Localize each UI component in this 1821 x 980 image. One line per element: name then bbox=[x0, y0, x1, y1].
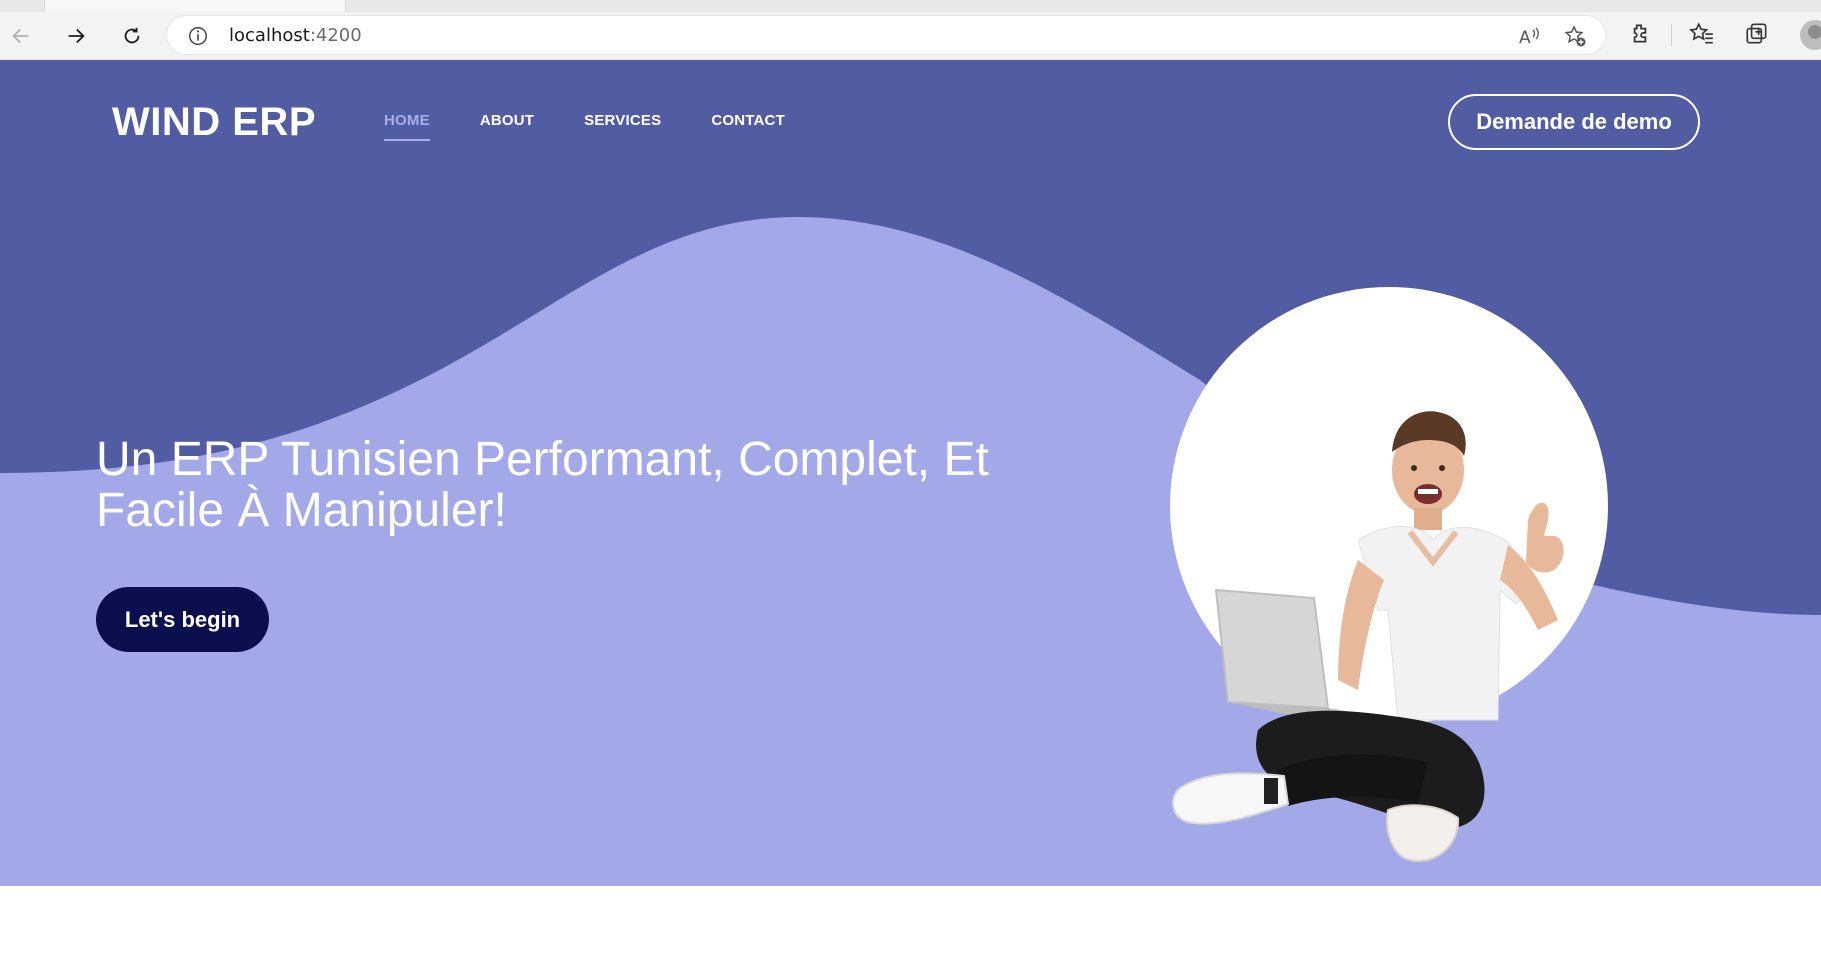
main-nav: HOME ABOUT SERVICES CONTACT bbox=[384, 112, 835, 141]
back-arrow-icon bbox=[12, 28, 29, 44]
favorites-icon[interactable] bbox=[1689, 21, 1715, 47]
tab-strip bbox=[0, 0, 1821, 12]
lets-begin-button[interactable]: Let's begin bbox=[96, 587, 269, 652]
refresh-button[interactable] bbox=[116, 20, 148, 52]
read-aloud-icon[interactable]: A bbox=[1517, 24, 1541, 48]
toolbar-divider bbox=[1671, 24, 1672, 46]
url-port: :4200 bbox=[309, 25, 362, 46]
demo-request-button[interactable]: Demande de demo bbox=[1448, 94, 1700, 150]
extensions-icon[interactable] bbox=[1627, 21, 1653, 47]
nav-services[interactable]: SERVICES bbox=[584, 112, 661, 141]
favorite-add-icon[interactable] bbox=[1563, 24, 1587, 48]
headline-line-2: Facile À Manipuler! bbox=[96, 484, 507, 537]
below-hero-area bbox=[0, 886, 1821, 980]
brand-logo[interactable]: WIND ERP bbox=[112, 100, 316, 145]
forward-arrow-icon bbox=[68, 28, 85, 44]
headline-line-1: Un ERP Tunisien Performant, Complet, Et bbox=[96, 433, 989, 486]
nav-about[interactable]: ABOUT bbox=[480, 112, 534, 141]
url-text[interactable]: localhost:4200 bbox=[229, 25, 362, 46]
refresh-icon bbox=[124, 27, 140, 44]
collections-icon[interactable] bbox=[1744, 21, 1770, 47]
svg-text:A: A bbox=[1519, 28, 1531, 48]
active-tab[interactable] bbox=[44, 0, 346, 12]
address-bar[interactable]: localhost:4200 A bbox=[166, 15, 1606, 55]
info-icon[interactable] bbox=[187, 25, 209, 47]
nav-home[interactable]: HOME bbox=[384, 112, 430, 141]
hero-headline: Un ERP Tunisien Performant, Complet, Et … bbox=[96, 434, 1076, 536]
hero-person-image bbox=[1172, 411, 1564, 862]
forward-button[interactable] bbox=[60, 20, 92, 52]
back-button[interactable] bbox=[5, 20, 37, 52]
url-host: localhost bbox=[229, 25, 310, 46]
profile-icon[interactable] bbox=[1800, 20, 1821, 50]
hero-section: WIND ERP HOME ABOUT SERVICES CONTACT Dem… bbox=[0, 60, 1821, 886]
nav-contact[interactable]: CONTACT bbox=[711, 112, 785, 141]
browser-toolbar: localhost:4200 A bbox=[0, 0, 1821, 60]
